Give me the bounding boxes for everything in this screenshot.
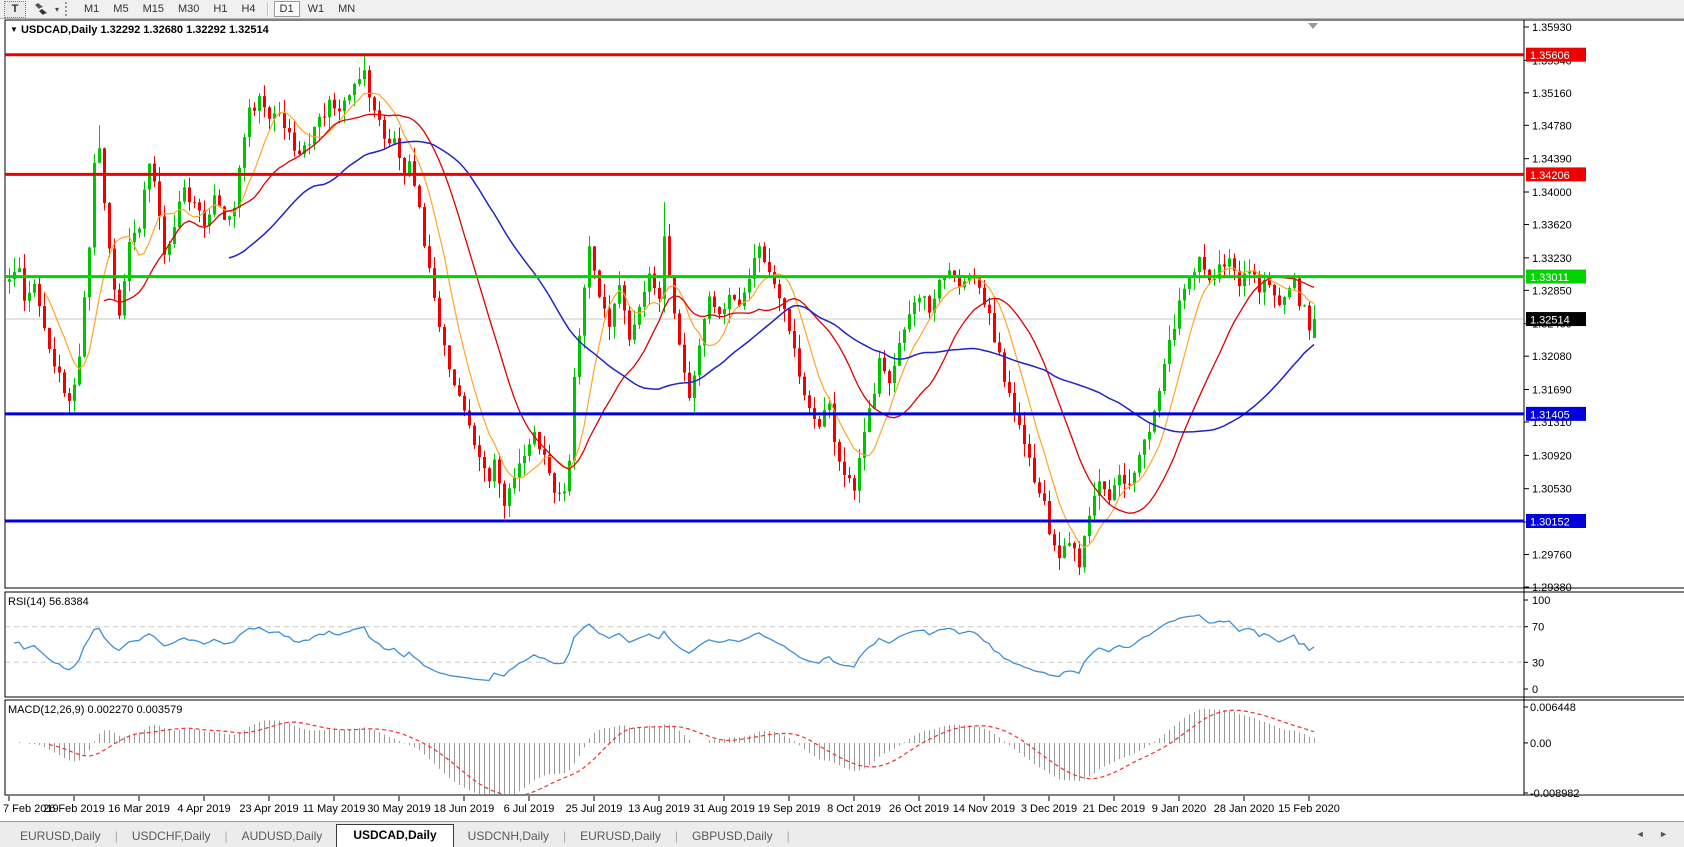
price-level-label: 1.32514 xyxy=(1530,315,1570,327)
chart-tab-usdcad-3[interactable]: USDCAD,Daily xyxy=(336,824,453,847)
price-tick-label: 1.34000 xyxy=(1532,187,1572,199)
date-tick-label: 6 Jul 2019 xyxy=(504,803,555,815)
date-tick-label: 9 Jan 2020 xyxy=(1152,803,1206,815)
chart-tab-eurusd-5[interactable]: EURUSD,Daily xyxy=(566,826,675,847)
rsi-name: RSI(14) xyxy=(8,596,46,608)
date-tick-label: 4 Apr 2019 xyxy=(177,803,230,815)
chart-title: ▼ USDCAD,Daily 1.32292 1.32680 1.32292 1… xyxy=(10,24,269,36)
price-level-label: 1.33011 xyxy=(1530,272,1569,284)
macd-plot[interactable] xyxy=(5,700,1524,795)
tab-scroll-arrows[interactable]: ◄ ► xyxy=(1636,829,1674,839)
ohlc-open: 1.32292 xyxy=(100,24,140,36)
date-tick-label: 25 Jul 2019 xyxy=(566,803,623,815)
tab-separator: | xyxy=(787,826,790,847)
price-level-label: 1.31405 xyxy=(1530,409,1570,421)
rsi-indicator-label: RSI(14) 56.8384 xyxy=(8,596,89,608)
date-tick-label: 11 May 2019 xyxy=(303,803,366,815)
macd-current-value: 0.002270 xyxy=(87,704,133,716)
rsi-axis-label: 100 xyxy=(1532,595,1550,607)
main-chart-plot[interactable] xyxy=(5,20,1524,588)
date-tick-label: 18 Jun 2019 xyxy=(434,803,495,815)
macd-indicator-label: MACD(12,26,9) 0.002270 0.003579 xyxy=(8,704,182,716)
price-tick-label: 1.31690 xyxy=(1532,385,1572,397)
ohlc-close: 1.32514 xyxy=(229,24,269,36)
price-tick-label: 1.29760 xyxy=(1532,550,1572,562)
chart-canvas: 1.359301.355401.351601.347801.343901.340… xyxy=(0,0,1684,821)
macd-signal-value: 0.003579 xyxy=(136,704,182,716)
rsi-plot[interactable] xyxy=(5,592,1524,697)
rsi-axis-label: 70 xyxy=(1532,622,1544,634)
date-tick-label: 15 Feb 2020 xyxy=(1278,803,1340,815)
price-level-label: 1.30152 xyxy=(1530,516,1570,528)
price-tick-label: 1.32850 xyxy=(1532,285,1572,297)
date-tick-label: 19 Sep 2019 xyxy=(758,803,820,815)
date-tick-label: 13 Aug 2019 xyxy=(628,803,690,815)
date-tick-label: 3 Dec 2019 xyxy=(1021,803,1077,815)
price-tick-label: 1.34780 xyxy=(1532,120,1572,132)
date-tick-label: 30 May 2019 xyxy=(367,803,431,815)
date-tick-label: 23 Apr 2019 xyxy=(239,803,298,815)
chart-tab-gbpusd-6[interactable]: GBPUSD,Daily xyxy=(678,826,787,847)
rsi-current-value: 56.8384 xyxy=(49,596,89,608)
price-axis[interactable]: 1.359301.355401.351601.347801.343901.340… xyxy=(1524,22,1586,594)
chart-tab-bar: EURUSD,Daily|USDCHF,Daily|AUDUSD,DailyUS… xyxy=(0,821,1684,847)
rsi-axis-label: 30 xyxy=(1532,657,1544,669)
ohlc-high: 1.32680 xyxy=(143,24,183,36)
price-tick-label: 1.33230 xyxy=(1532,253,1572,265)
price-tick-label: 1.34390 xyxy=(1532,154,1572,166)
symbol-dropdown-caret-icon[interactable]: ▼ xyxy=(10,25,18,34)
date-tick-label: 21 Dec 2019 xyxy=(1083,803,1145,815)
price-tick-label: 1.30530 xyxy=(1532,484,1572,496)
date-tick-label: 14 Nov 2019 xyxy=(953,803,1015,815)
ohlc-low: 1.32292 xyxy=(186,24,226,36)
date-tick-label: 31 Aug 2019 xyxy=(693,803,755,815)
price-level-label: 1.34206 xyxy=(1530,170,1570,182)
symbol-name: USDCAD,Daily xyxy=(21,24,97,36)
date-tick-label: 8 Oct 2019 xyxy=(827,803,881,815)
date-tick-label: 26 Oct 2019 xyxy=(889,803,949,815)
macd-axis-label: -0.008982 xyxy=(1530,788,1580,800)
date-tick-label: 16 Mar 2019 xyxy=(108,803,170,815)
chart-tab-usdcnh-4[interactable]: USDCNH,Daily xyxy=(454,826,563,847)
date-tick-label: 28 Jan 2020 xyxy=(1214,803,1275,815)
price-tick-label: 1.35160 xyxy=(1532,88,1572,100)
price-tick-label: 1.33620 xyxy=(1532,219,1572,231)
chart-tab-eurusd-0[interactable]: EURUSD,Daily xyxy=(6,826,115,847)
date-tick-label: 26 Feb 2019 xyxy=(43,803,105,815)
macd-axis-label: 0.00 xyxy=(1530,738,1551,750)
price-level-label: 1.35606 xyxy=(1530,50,1570,62)
rsi-axis-label: 0 xyxy=(1532,684,1538,696)
time-axis[interactable]: 7 Feb 201926 Feb 201916 Mar 20194 Apr 20… xyxy=(3,796,1340,815)
price-tick-label: 1.29380 xyxy=(1532,582,1572,594)
price-tick-label: 1.35930 xyxy=(1532,22,1572,34)
chart-tab-audusd-2[interactable]: AUDUSD,Daily xyxy=(228,826,337,847)
price-tick-label: 1.32080 xyxy=(1532,351,1572,363)
macd-name: MACD(12,26,9) xyxy=(8,704,84,716)
price-tick-label: 1.30920 xyxy=(1532,450,1572,462)
macd-axis-label: 0.006448 xyxy=(1530,702,1576,714)
chart-tab-usdchf-1[interactable]: USDCHF,Daily xyxy=(118,826,225,847)
